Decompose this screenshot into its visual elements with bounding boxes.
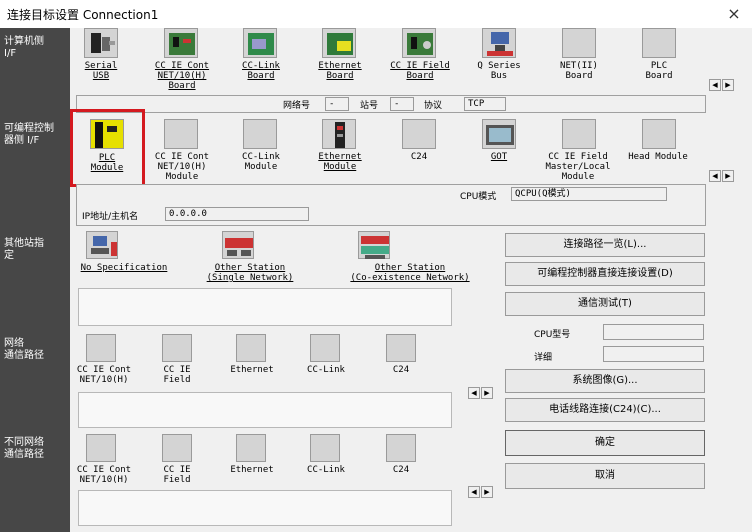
- plc-board-icon[interactable]: [642, 28, 676, 58]
- plc-scroll-left-icon[interactable]: ◀: [709, 170, 721, 182]
- ip-address-label: IP地址/主机名: [82, 212, 139, 222]
- cc-ie-cont-module-icon[interactable]: [164, 119, 198, 149]
- diff-item-cc-link[interactable]: CC-Link: [296, 465, 356, 475]
- cc-link-board-icon[interactable]: [243, 28, 277, 58]
- plc-item-cc-ie-cont-module[interactable]: CC IE Cont NET/10(H) Module: [146, 152, 218, 182]
- diff-cc-ie-cont-icon[interactable]: [86, 434, 116, 462]
- q-series-bus-icon[interactable]: [482, 28, 516, 58]
- pc-item-ethernet-board[interactable]: Ethernet Board: [308, 61, 372, 81]
- c24-module-icon[interactable]: [402, 119, 436, 149]
- phone-line-button[interactable]: 电话线路连接(C24)(C)...: [505, 398, 705, 422]
- title-bar: 连接目标设置 Connection1 ×: [0, 0, 752, 28]
- protocol-label: 协议: [424, 101, 443, 111]
- route-list-button[interactable]: 连接路径一览(L)...: [505, 233, 705, 257]
- net-ii-board-icon[interactable]: [562, 28, 596, 58]
- window-title: 连接目标设置 Connection1: [7, 8, 159, 22]
- ok-button[interactable]: 确定: [505, 430, 705, 456]
- other-station-coexistence-icon[interactable]: [358, 231, 390, 259]
- pc-item-net-ii-board[interactable]: NET(II) Board: [546, 61, 612, 81]
- cpu-model-field[interactable]: [603, 324, 704, 340]
- cc-ie-cont-board-icon[interactable]: [164, 28, 198, 58]
- pc-item-plc-board[interactable]: PLC Board: [626, 61, 692, 81]
- detail-label: 详细: [534, 353, 553, 363]
- section-pc-if-label: 计算机侧 I/F: [4, 36, 44, 59]
- cc-ie-field-master-icon[interactable]: [562, 119, 596, 149]
- protocol-field[interactable]: TCP: [464, 97, 506, 111]
- station-number-field[interactable]: -: [390, 97, 414, 111]
- no-specification-icon[interactable]: [86, 231, 118, 259]
- communication-test-button[interactable]: 通信测试(T): [505, 292, 705, 316]
- network-route-detail-area: [78, 392, 452, 428]
- diff-scroll-right-icon[interactable]: ▶: [481, 486, 493, 498]
- plc-module-highlight: [70, 109, 145, 187]
- route-cc-link-icon[interactable]: [310, 334, 340, 362]
- station-number-label: 站号: [360, 101, 379, 111]
- plc-scroll-right-icon[interactable]: ▶: [722, 170, 734, 182]
- route-ethernet-icon[interactable]: [236, 334, 266, 362]
- route-item-ethernet[interactable]: Ethernet: [222, 365, 282, 375]
- cpu-mode-field[interactable]: QCPU(Q模式): [511, 187, 667, 201]
- system-image-button[interactable]: 系统图像(G)...: [505, 369, 705, 393]
- other-item-coexistence-network[interactable]: Other Station (Co-existence Network): [340, 263, 480, 283]
- other-station-detail-area: [78, 288, 452, 326]
- network-number-label: 网络号: [283, 101, 311, 111]
- diff-cc-link-icon[interactable]: [310, 434, 340, 462]
- serial-usb-icon[interactable]: [84, 28, 118, 58]
- route-item-cc-ie-field[interactable]: CC IE Field: [152, 365, 202, 385]
- detail-field[interactable]: [603, 346, 704, 362]
- plc-direct-connect-button[interactable]: 可编程控制器直接连接设置(D): [505, 262, 705, 286]
- route-cc-ie-field-icon[interactable]: [162, 334, 192, 362]
- route-item-cc-link[interactable]: CC-Link: [296, 365, 356, 375]
- head-module-icon[interactable]: [642, 119, 676, 149]
- other-item-no-specification[interactable]: No Specification: [74, 263, 174, 273]
- cc-ie-field-board-icon[interactable]: [402, 28, 436, 58]
- section-plc-if-label: 可编程控制 器侧 I/F: [4, 123, 54, 146]
- plc-item-head-module[interactable]: Head Module: [622, 152, 694, 162]
- ip-address-field[interactable]: 0.0.0.0: [165, 207, 309, 221]
- pc-item-serial-usb[interactable]: Serial USB: [70, 61, 132, 81]
- plc-item-got[interactable]: GOT: [466, 152, 532, 162]
- route-cc-ie-cont-icon[interactable]: [86, 334, 116, 362]
- plc-item-c24[interactable]: C24: [386, 152, 452, 162]
- cpu-model-label: CPU型号: [534, 330, 571, 340]
- route-c24-icon[interactable]: [386, 334, 416, 362]
- pc-scroll-left-icon[interactable]: ◀: [709, 79, 721, 91]
- route-scroll-left-icon[interactable]: ◀: [468, 387, 480, 399]
- diff-scroll-left-icon[interactable]: ◀: [468, 486, 480, 498]
- diff-c24-icon[interactable]: [386, 434, 416, 462]
- diff-cc-ie-field-icon[interactable]: [162, 434, 192, 462]
- route-item-cc-ie-cont[interactable]: CC IE Cont NET/10(H): [74, 365, 134, 385]
- pc-scroll-right-icon[interactable]: ▶: [722, 79, 734, 91]
- section-other-station-label: 其他站指 定: [4, 238, 44, 261]
- route-item-c24[interactable]: C24: [376, 365, 426, 375]
- ethernet-board-icon[interactable]: [322, 28, 356, 58]
- cc-link-module-icon[interactable]: [243, 119, 277, 149]
- cancel-button[interactable]: 取消: [505, 463, 705, 489]
- route-scroll-right-icon[interactable]: ▶: [481, 387, 493, 399]
- got-icon[interactable]: [482, 119, 516, 149]
- cpu-mode-label: CPU模式: [460, 192, 497, 202]
- diff-item-ethernet[interactable]: Ethernet: [222, 465, 282, 475]
- ethernet-module-icon[interactable]: [322, 119, 356, 149]
- pc-item-cc-link-board[interactable]: CC-Link Board: [226, 61, 296, 81]
- pc-item-cc-ie-cont-board[interactable]: CC IE Cont NET/10(H) Board: [146, 61, 218, 91]
- other-station-single-icon[interactable]: [222, 231, 254, 259]
- diff-item-c24[interactable]: C24: [376, 465, 426, 475]
- plc-item-cc-link-module[interactable]: CC-Link Module: [226, 152, 296, 172]
- close-icon[interactable]: ×: [722, 3, 746, 25]
- diff-item-cc-ie-cont[interactable]: CC IE Cont NET/10(H): [74, 465, 134, 485]
- diff-item-cc-ie-field[interactable]: CC IE Field: [152, 465, 202, 485]
- diff-network-detail-area: [78, 490, 452, 526]
- section-network-route-label: 网络 通信路径: [4, 338, 44, 361]
- plc-item-cc-ie-field-master[interactable]: CC IE Field Master/Local Module: [538, 152, 618, 182]
- network-number-field[interactable]: -: [325, 97, 349, 111]
- other-item-single-network[interactable]: Other Station (Single Network): [200, 263, 300, 283]
- plc-item-ethernet-module[interactable]: Ethernet Module: [308, 152, 372, 172]
- section-diff-network-label: 不同网络 通信路径: [4, 437, 44, 460]
- pc-item-q-series-bus[interactable]: Q Series Bus: [466, 61, 532, 81]
- pc-item-cc-ie-field-board[interactable]: CC IE Field Board: [384, 61, 456, 81]
- diff-ethernet-icon[interactable]: [236, 434, 266, 462]
